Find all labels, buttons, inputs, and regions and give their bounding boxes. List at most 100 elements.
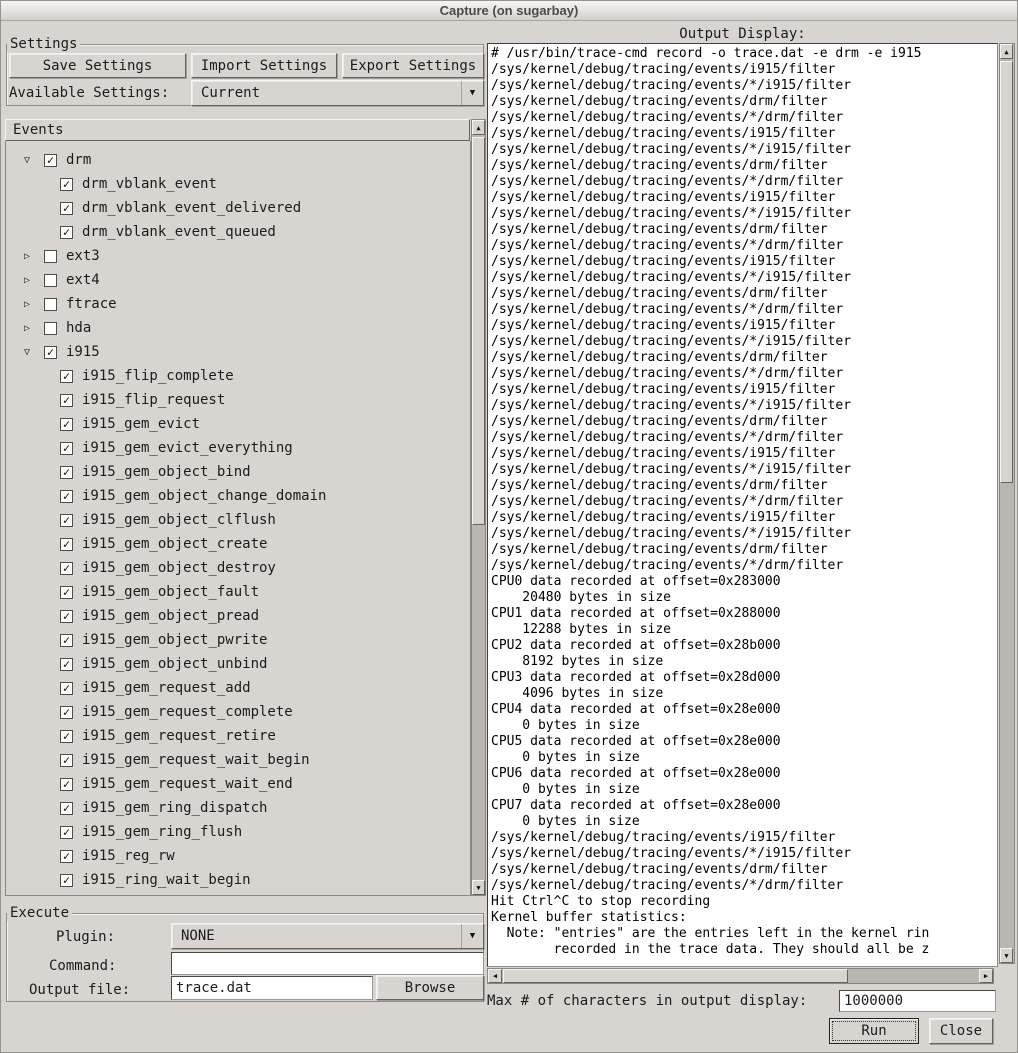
tree-row-i915_gem_request_retire[interactable]: ✓i915_gem_request_retire (6, 724, 470, 748)
scroll-down-icon[interactable]: ▼ (1000, 948, 1013, 963)
tree-row-i915_gem_evict_everything[interactable]: ✓i915_gem_evict_everything (6, 436, 470, 460)
expander-open-icon[interactable]: ▽ (20, 155, 34, 166)
event-checkbox[interactable]: ✓ (60, 514, 73, 527)
scroll-up-icon[interactable]: ▲ (472, 120, 485, 135)
scroll-right-icon[interactable]: ▶ (979, 969, 993, 983)
event-checkbox[interactable]: ✓ (60, 706, 73, 719)
tree-row-i915_gem_ring_flush[interactable]: ✓i915_gem_ring_flush (6, 820, 470, 844)
tree-row-i915_flip_complete[interactable]: ✓i915_flip_complete (6, 364, 470, 388)
event-checkbox[interactable]: ✓ (60, 778, 73, 791)
event-checkbox[interactable]: ✓ (60, 466, 73, 479)
event-label: i915_gem_object_pwrite (82, 632, 267, 648)
tree-row-i915_gem_ring_dispatch[interactable]: ✓i915_gem_ring_dispatch (6, 796, 470, 820)
tree-row-i915_gem_object_pwrite[interactable]: ✓ i915_gem_object_pwrite (6, 628, 470, 652)
tree-row-ftrace[interactable]: ▷ftrace (6, 292, 470, 316)
event-checkbox[interactable]: ✓ (60, 394, 73, 407)
tree-row-drm[interactable]: ▽✓drm (6, 148, 470, 172)
event-checkbox[interactable]: ✓ (60, 562, 73, 575)
scroll-up-icon[interactable]: ▲ (1000, 44, 1013, 59)
tree-row-i915_gem_request_add[interactable]: ✓i915_gem_request_add (6, 676, 470, 700)
close-button[interactable]: Close (929, 1018, 993, 1044)
output-file-input[interactable] (171, 976, 373, 1000)
plugin-value: NONE (172, 928, 461, 944)
export-settings-button[interactable]: Export Settings (342, 53, 484, 78)
tree-row-i915_gem_object_fault[interactable]: ✓i915_gem_object_fault (6, 580, 470, 604)
event-checkbox[interactable]: ✓ (60, 850, 73, 863)
plugin-combo[interactable]: NONE ▼ (171, 923, 484, 949)
event-checkbox[interactable]: ✓ (60, 586, 73, 599)
output-hscrollbar-thumb[interactable] (503, 969, 848, 983)
tree-row-i915_gem_object_destroy[interactable]: ✓i915_gem_object_destroy (6, 556, 470, 580)
event-label: i915_gem_object_pread (82, 608, 259, 624)
event-checkbox[interactable]: ✓ (60, 178, 73, 191)
tree-row-i915_gem_object_pread[interactable]: ✓ i915_gem_object_pread (6, 604, 470, 628)
event-checkbox[interactable]: ✓ (60, 490, 73, 503)
output-hscrollbar[interactable]: ◀ ▶ (487, 968, 994, 984)
expander-open-icon[interactable]: ▽ (20, 347, 34, 358)
output-vscrollbar-thumb[interactable] (1000, 61, 1013, 483)
event-checkbox[interactable]: ✓ (60, 730, 73, 743)
scroll-left-icon[interactable]: ◀ (488, 969, 502, 983)
event-checkbox[interactable]: ✓ (60, 202, 73, 215)
max-chars-input[interactable] (839, 990, 996, 1012)
tree-row-i915_gem_request_wait_end[interactable]: ✓i915_gem_request_wait_end (6, 772, 470, 796)
command-input[interactable] (171, 952, 484, 975)
event-checkbox[interactable] (44, 322, 57, 335)
tree-row-hda[interactable]: ▷hda (6, 316, 470, 340)
tree-row-i915_gem_object_unbind[interactable]: ✓i915_gem_object_unbind (6, 652, 470, 676)
tree-row-i915_gem_object_change_domain[interactable]: ✓i915_gem_object_change_domain (6, 484, 470, 508)
output-vscrollbar[interactable]: ▲ ▼ (999, 43, 1015, 964)
tree-row-i915_gem_object_bind[interactable]: ✓i915_gem_object_bind (6, 460, 470, 484)
event-checkbox[interactable]: ✓ (44, 154, 57, 167)
event-checkbox[interactable]: ✓ (60, 418, 73, 431)
event-checkbox[interactable]: ✓ (60, 538, 73, 551)
tree-row-drm_vblank_event[interactable]: ✓drm_vblank_event (6, 172, 470, 196)
expander-closed-icon[interactable]: ▷ (20, 299, 34, 310)
scroll-down-icon[interactable]: ▼ (472, 880, 485, 895)
tree-row-i915_gem_request_wait_begin[interactable]: ✓i915_gem_request_wait_begin (6, 748, 470, 772)
event-checkbox[interactable]: ✓ (60, 874, 73, 887)
event-checkbox[interactable]: ✓ (60, 754, 73, 767)
titlebar[interactable]: Capture (on sugarbay) (1, 1, 1017, 21)
events-scrollbar[interactable]: ▲ ▼ (471, 119, 486, 896)
tree-row-i915_ring_wait_begin[interactable]: ✓i915_ring_wait_begin (6, 868, 470, 892)
event-checkbox[interactable]: ✓ (60, 802, 73, 815)
tree-row-i915_reg_rw[interactable]: ✓i915_reg_rw (6, 844, 470, 868)
tree-row-i915[interactable]: ▽✓i915 (6, 340, 470, 364)
tree-row-ext3[interactable]: ▷ext3 (6, 244, 470, 268)
expander-closed-icon[interactable]: ▷ (20, 323, 34, 334)
event-checkbox[interactable]: ✓ (60, 826, 73, 839)
events-tree: ▽✓drm✓drm_vblank_event✓drm_vblank_event_… (5, 141, 471, 896)
tree-row-drm_vblank_event_queued[interactable]: ✓drm_vblank_event_queued (6, 220, 470, 244)
event-checkbox[interactable]: ✓ (60, 634, 73, 647)
tree-row-drm_vblank_event_delivered[interactable]: ✓drm_vblank_event_delivered (6, 196, 470, 220)
events-scrollbar-thumb[interactable] (472, 137, 485, 525)
tree-row-i915_gem_object_clflush[interactable]: ✓i915_gem_object_clflush (6, 508, 470, 532)
event-checkbox[interactable]: ✓ (60, 370, 73, 383)
save-settings-button[interactable]: Save Settings (9, 53, 186, 78)
expander-closed-icon[interactable]: ▷ (20, 275, 34, 286)
tree-row-ext4[interactable]: ▷ext4 (6, 268, 470, 292)
tree-row-i915_gem_request_complete[interactable]: ✓i915_gem_request_complete (6, 700, 470, 724)
output-display[interactable]: # /usr/bin/trace-cmd record -o trace.dat… (487, 43, 998, 967)
tree-row-i915_gem_evict[interactable]: ✓i915_gem_evict (6, 412, 470, 436)
event-checkbox[interactable] (44, 274, 57, 287)
events-header[interactable]: Events (5, 119, 470, 141)
run-button[interactable]: Run (829, 1018, 919, 1044)
event-checkbox[interactable]: ✓ (60, 442, 73, 455)
event-checkbox[interactable] (44, 250, 57, 263)
import-settings-button[interactable]: Import Settings (191, 53, 337, 78)
events-header-label: Events (13, 122, 64, 138)
browse-button[interactable]: Browse (376, 975, 484, 1000)
event-checkbox[interactable]: ✓ (60, 226, 73, 239)
tree-row-i915_gem_object_create[interactable]: ✓i915_gem_object_create (6, 532, 470, 556)
available-settings-combo[interactable]: Current ▼ (191, 80, 484, 106)
event-label: i915_flip_request (82, 392, 225, 408)
event-checkbox[interactable]: ✓ (60, 610, 73, 623)
tree-row-i915_flip_request[interactable]: ✓ i915_flip_request (6, 388, 470, 412)
event-checkbox[interactable]: ✓ (44, 346, 57, 359)
expander-closed-icon[interactable]: ▷ (20, 251, 34, 262)
event-checkbox[interactable] (44, 298, 57, 311)
event-checkbox[interactable]: ✓ (60, 682, 73, 695)
event-checkbox[interactable]: ✓ (60, 658, 73, 671)
